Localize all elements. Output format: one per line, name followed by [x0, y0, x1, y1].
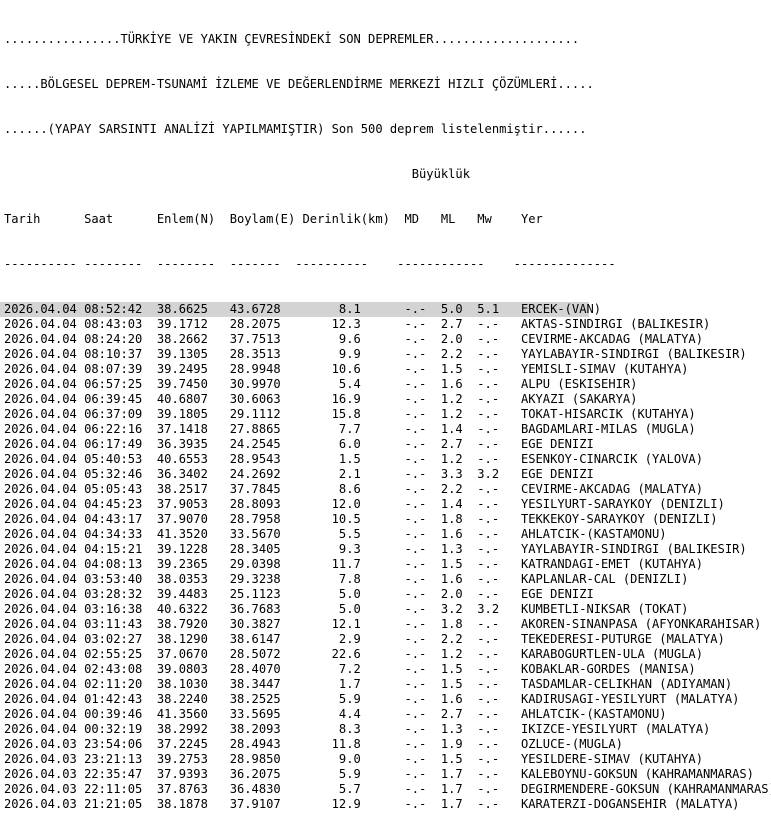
- column-header-row: Tarih Saat Enlem(N) Boylam(E) Derinlik(k…: [4, 212, 543, 226]
- earthquake-row[interactable]: 2026.04.03 21:21:05 38.1878 37.9107 12.9…: [4, 797, 771, 812]
- earthquake-row[interactable]: 2026.04.04 04:43:17 37.9070 28.7958 10.5…: [4, 512, 771, 527]
- earthquake-row[interactable]: 2026.04.04 06:37:09 39.1805 29.1112 15.8…: [4, 407, 771, 422]
- earthquake-row[interactable]: 2026.04.04 08:52:42 38.6625 43.6728 8.1 …: [0, 302, 601, 317]
- earthquake-row[interactable]: 2026.04.04 04:45:23 37.9053 28.8093 12.0…: [4, 497, 771, 512]
- earthquake-row[interactable]: 2026.04.04 03:28:32 39.4483 25.1123 5.0 …: [4, 587, 771, 602]
- earthquake-row[interactable]: 2026.04.04 02:11:20 38.1030 38.3447 1.7 …: [4, 677, 771, 692]
- earthquake-row[interactable]: 2026.04.04 03:02:27 38.1290 38.6147 2.9 …: [4, 632, 771, 647]
- magnitude-group-header: Büyüklük: [4, 167, 470, 181]
- earthquake-row[interactable]: 2026.04.04 05:05:43 38.2517 37.7845 8.6 …: [4, 482, 771, 497]
- earthquake-row[interactable]: 2026.04.04 03:11:43 38.7920 30.3827 12.1…: [4, 617, 771, 632]
- earthquake-row[interactable]: 2026.04.04 04:15:21 39.1228 28.3405 9.3 …: [4, 542, 771, 557]
- earthquake-row[interactable]: 2026.04.04 06:17:49 36.3935 24.2545 6.0 …: [4, 437, 771, 452]
- earthquake-row[interactable]: 2026.04.04 05:32:46 36.3402 24.2692 2.1 …: [4, 467, 771, 482]
- earthquake-listing: ................TÜRKİYE VE YAKIN ÇEVRESİ…: [0, 2, 771, 827]
- earthquake-row[interactable]: 2026.04.04 04:08:13 39.2365 29.0398 11.7…: [4, 557, 771, 572]
- earthquake-row[interactable]: 2026.04.04 08:10:37 39.1305 28.3513 9.9 …: [4, 347, 771, 362]
- earthquake-row[interactable]: 2026.04.04 03:53:40 38.0353 29.3238 7.8 …: [4, 572, 771, 587]
- earthquake-row[interactable]: 2026.04.03 23:21:13 39.2753 28.9850 9.0 …: [4, 752, 771, 767]
- earthquake-row[interactable]: 2026.04.04 00:32:19 38.2992 38.2093 8.3 …: [4, 722, 771, 737]
- earthquake-row[interactable]: 2026.04.04 05:40:53 40.6553 28.9543 1.5 …: [4, 452, 771, 467]
- earthquake-row[interactable]: 2026.04.04 08:43:03 39.1712 28.2075 12.3…: [4, 317, 771, 332]
- banner-note: ......(YAPAY SARSINTI ANALİZİ YAPILMAMIŞ…: [4, 122, 587, 136]
- earthquake-row[interactable]: 2026.04.03 22:35:47 37.9393 36.2075 5.9 …: [4, 767, 771, 782]
- earthquake-row[interactable]: 2026.04.04 06:22:16 37.1418 27.8865 7.7 …: [4, 422, 771, 437]
- earthquake-row[interactable]: 2026.04.04 00:39:46 41.3560 33.5695 4.4 …: [4, 707, 771, 722]
- earthquake-rows: 2026.04.04 08:52:42 38.6625 43.6728 8.1 …: [0, 302, 771, 812]
- banner-subtitle: .....BÖLGESEL DEPREM-TSUNAMİ İZLEME VE D…: [4, 77, 594, 91]
- header-divider: ---------- -------- -------- ------- ---…: [4, 257, 616, 271]
- earthquake-row[interactable]: 2026.04.03 23:54:06 37.2245 28.4943 11.8…: [4, 737, 771, 752]
- earthquake-row[interactable]: 2026.04.04 04:34:33 41.3520 33.5670 5.5 …: [4, 527, 771, 542]
- earthquake-row[interactable]: 2026.04.04 01:42:43 38.2240 38.2525 5.9 …: [4, 692, 771, 707]
- earthquake-row[interactable]: 2026.04.04 03:16:38 40.6322 36.7683 5.0 …: [4, 602, 771, 617]
- earthquake-row[interactable]: 2026.04.03 22:11:05 37.8763 36.4830 5.7 …: [4, 782, 771, 797]
- earthquake-row[interactable]: 2026.04.04 02:55:25 37.0670 28.5072 22.6…: [4, 647, 771, 662]
- earthquake-row[interactable]: 2026.04.04 06:39:45 40.6807 30.6063 16.9…: [4, 392, 771, 407]
- earthquake-row[interactable]: 2026.04.04 02:43:08 39.0803 28.4070 7.2 …: [4, 662, 771, 677]
- earthquake-row[interactable]: 2026.04.04 06:57:25 39.7450 30.9970 5.4 …: [4, 377, 771, 392]
- earthquake-row[interactable]: 2026.04.04 08:07:39 39.2495 28.9948 10.6…: [4, 362, 771, 377]
- banner-title: ................TÜRKİYE VE YAKIN ÇEVRESİ…: [4, 32, 580, 46]
- earthquake-row[interactable]: 2026.04.04 08:24:20 38.2662 37.7513 9.6 …: [4, 332, 771, 347]
